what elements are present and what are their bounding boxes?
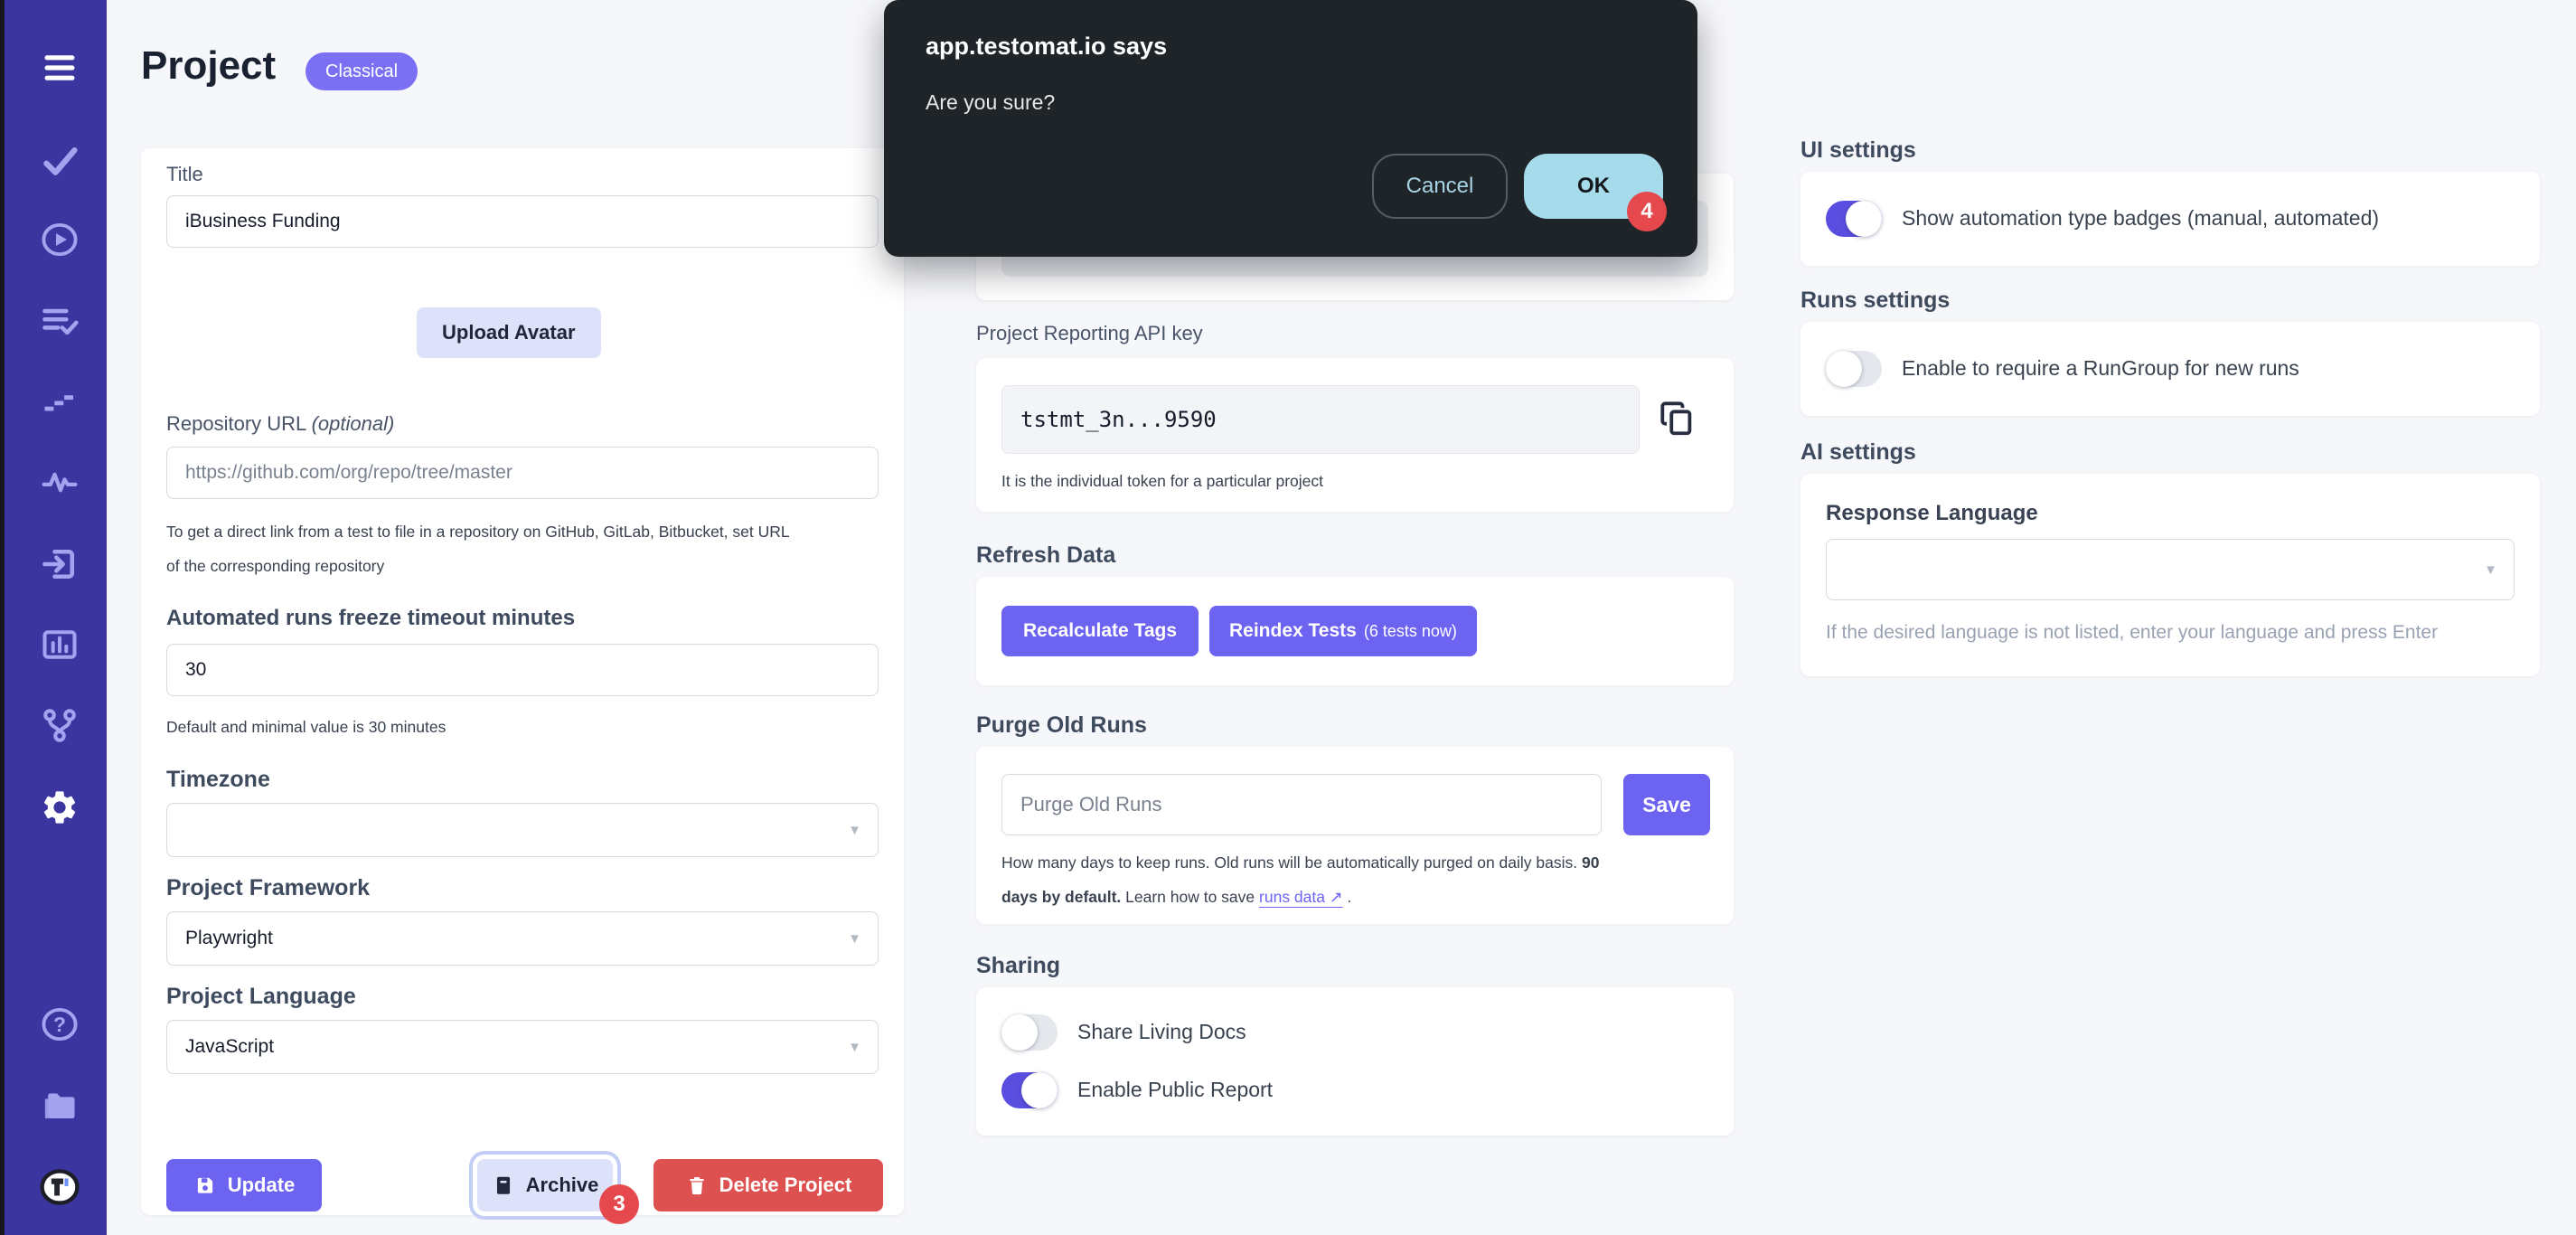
language-select[interactable]: JavaScript ▼ <box>166 1020 879 1074</box>
testomat-logo[interactable] <box>37 1164 82 1210</box>
runs-settings-label: Runs settings <box>1800 288 1950 314</box>
archive-button[interactable]: Archive <box>477 1159 613 1211</box>
classical-badge: Classical <box>306 52 418 90</box>
automation-badges-label: Show automation type badges (manual, aut… <box>1902 206 2379 231</box>
browser-confirm-dialog: app.testomat.io says Are you sure? Cance… <box>884 0 1697 257</box>
api-key-help: It is the individual token for a particu… <box>1001 472 1323 491</box>
refresh-data-card: Recalculate Tags Reindex Tests (6 tests … <box>976 577 1734 685</box>
cancel-button[interactable]: Cancel <box>1372 154 1508 219</box>
automation-badges-toggle[interactable] <box>1826 201 1882 237</box>
sharing-label: Sharing <box>976 953 1060 979</box>
settings-icon[interactable] <box>37 785 82 830</box>
share-living-docs-label: Share Living Docs <box>1077 1020 1246 1044</box>
delete-project-button[interactable]: Delete Project <box>653 1159 883 1211</box>
enable-public-report-label: Enable Public Report <box>1077 1078 1273 1102</box>
ok-step-badge: 4 <box>1627 192 1667 231</box>
archive-step-badge: 3 <box>599 1184 639 1224</box>
steps-icon[interactable] <box>37 380 82 425</box>
purge-old-runs-label: Purge Old Runs <box>976 712 1147 739</box>
sidebar: ? <box>5 0 107 1235</box>
chevron-down-icon: ▼ <box>848 931 861 947</box>
freeze-timeout-help: Default and minimal value is 30 minutes <box>166 718 446 737</box>
save-icon <box>193 1174 217 1197</box>
title-label: Title <box>166 163 203 186</box>
page-title: Project <box>141 43 276 89</box>
optional-hint: (optional) <box>312 412 395 435</box>
sign-in-icon[interactable] <box>37 542 82 587</box>
freeze-timeout-label: Automated runs freeze timeout minutes <box>166 606 575 631</box>
toggle-knob <box>1826 351 1862 387</box>
project-form-card: Title Upload Avatar Repository URL (opti… <box>141 148 904 1215</box>
response-language-label: Response Language <box>1826 501 2038 526</box>
repository-help-line2: of the corresponding repository <box>166 557 384 576</box>
check-icon[interactable] <box>37 138 82 184</box>
ui-settings-card: Show automation type badges (manual, aut… <box>1800 172 2540 266</box>
reindex-tests-button[interactable]: Reindex Tests (6 tests now) <box>1209 606 1477 656</box>
purge-help-line2: days by default. Learn how to save runs … <box>1001 888 1351 907</box>
app-root: ? Project Classical Title Upload Avatar … <box>0 0 2576 1235</box>
response-language-select[interactable]: ▼ <box>1826 539 2515 600</box>
svg-text:?: ? <box>53 1013 66 1036</box>
bar-chart-icon[interactable] <box>37 622 82 667</box>
purge-old-runs-card: Save How many days to keep runs. Old run… <box>976 747 1734 924</box>
purge-help-line1: How many days to keep runs. Old runs wil… <box>1001 853 1599 872</box>
response-language-help: If the desired language is not listed, e… <box>1826 622 2438 644</box>
trash-icon <box>685 1174 709 1197</box>
activity-icon[interactable] <box>37 460 82 505</box>
share-living-docs-toggle[interactable] <box>1001 1014 1058 1051</box>
framework-select[interactable]: Playwright ▼ <box>166 911 879 966</box>
freeze-timeout-input[interactable] <box>166 644 879 696</box>
api-key-label: Project Reporting API key <box>976 322 1203 345</box>
toggle-knob <box>1021 1072 1058 1108</box>
chevron-down-icon: ▼ <box>848 1040 861 1055</box>
reindex-note: (6 tests now) <box>1364 622 1457 641</box>
framework-label: Project Framework <box>166 875 370 901</box>
toggle-knob <box>1001 1014 1038 1051</box>
repository-url-label: Repository URL (optional) <box>166 412 394 436</box>
language-value: JavaScript <box>185 1036 274 1058</box>
archive-icon <box>492 1174 515 1197</box>
timezone-label: Timezone <box>166 767 270 793</box>
recalculate-tags-button[interactable]: Recalculate Tags <box>1001 606 1199 656</box>
help-icon[interactable]: ? <box>37 1002 82 1047</box>
purge-old-runs-input[interactable] <box>1001 774 1602 835</box>
language-label: Project Language <box>166 984 356 1010</box>
api-key-card: tstmt_3n...9590 It is the individual tok… <box>976 358 1734 512</box>
projects-icon[interactable] <box>37 1082 82 1127</box>
chevron-down-icon: ▼ <box>2484 562 2497 578</box>
require-rungroup-label: Enable to require a RunGroup for new run… <box>1902 356 2299 381</box>
upload-avatar-button[interactable]: Upload Avatar <box>417 307 601 358</box>
chevron-down-icon: ▼ <box>848 823 861 838</box>
save-button[interactable]: Save <box>1623 774 1710 835</box>
menu-icon[interactable] <box>37 45 82 90</box>
ai-settings-card: Response Language ▼ If the desired langu… <box>1800 474 2540 676</box>
timezone-select[interactable]: ▼ <box>166 803 879 857</box>
update-button[interactable]: Update <box>166 1159 322 1211</box>
sharing-card: Share Living Docs Enable Public Report <box>976 987 1734 1136</box>
title-input[interactable] <box>166 195 879 248</box>
play-circle-icon[interactable] <box>37 217 82 262</box>
ai-settings-label: AI settings <box>1800 439 1916 466</box>
copy-icon[interactable] <box>1656 394 1697 446</box>
runs-data-link[interactable]: runs data ↗ <box>1259 888 1343 906</box>
framework-value: Playwright <box>185 928 273 949</box>
git-branch-icon[interactable] <box>37 702 82 748</box>
require-rungroup-toggle[interactable] <box>1826 351 1882 387</box>
repository-help-line1: To get a direct link from a test to file… <box>166 523 790 542</box>
list-check-icon[interactable] <box>37 299 82 344</box>
api-key-value: tstmt_3n...9590 <box>1001 385 1640 454</box>
runs-settings-card: Enable to require a RunGroup for new run… <box>1800 322 2540 416</box>
external-link-icon: ↗ <box>1330 888 1343 906</box>
dialog-title: app.testomat.io says <box>926 33 1167 61</box>
refresh-data-label: Refresh Data <box>976 542 1115 569</box>
toggle-knob <box>1846 201 1882 237</box>
enable-public-report-toggle[interactable] <box>1001 1072 1058 1108</box>
dialog-message: Are you sure? <box>926 90 1055 115</box>
ui-settings-label: UI settings <box>1800 137 1916 164</box>
repository-url-input[interactable] <box>166 447 879 499</box>
